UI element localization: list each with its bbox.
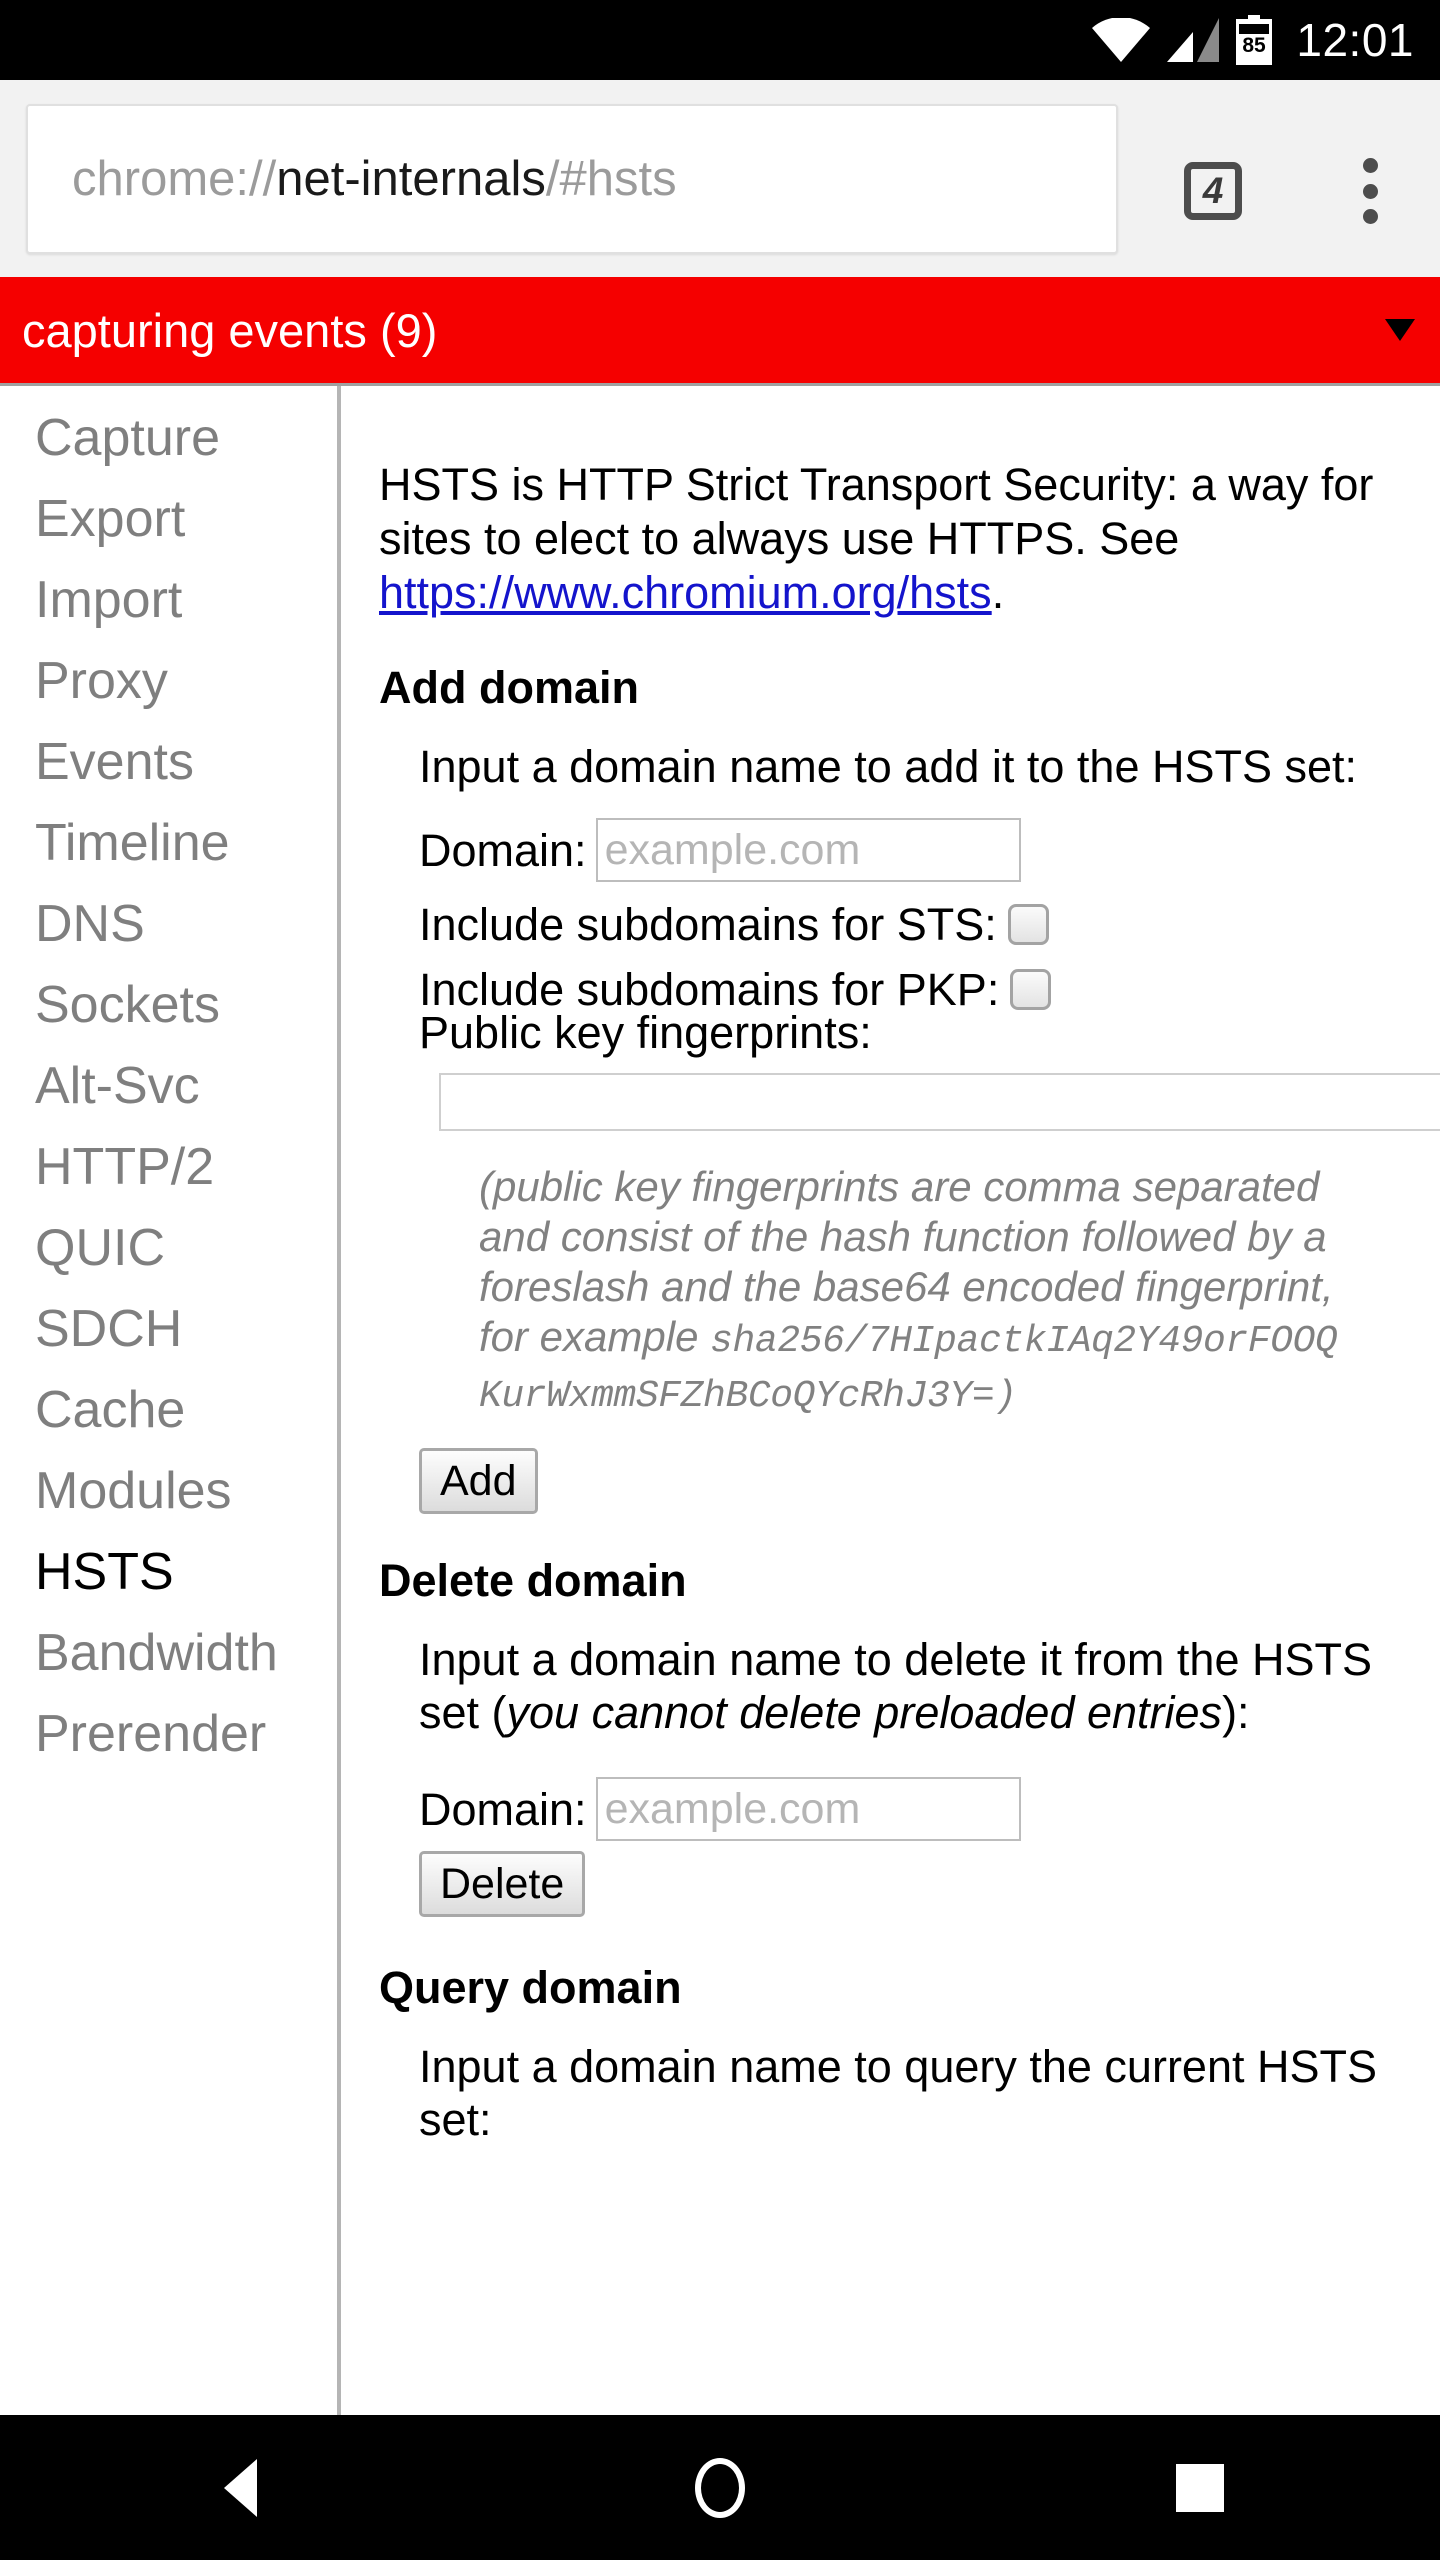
tab-counter-button[interactable]: 4 [1184,162,1242,220]
include-subdomains-sts-checkbox[interactable] [1007,904,1049,945]
hsts-panel: HSTS is HTTP Strict Transport Security: … [345,386,1440,2415]
sidebar-item-capture[interactable]: Capture [0,398,337,479]
status-bar-icons: 85 [1092,15,1273,65]
chromium-hsts-link[interactable]: https://www.chromium.org/hsts [379,567,992,618]
include-subdomains-pkp-checkbox[interactable] [1010,969,1052,1010]
android-nav-bar [0,2415,1440,2560]
sidebar-item-sockets[interactable]: Sockets [0,965,337,1046]
sidebar-item-alt-svc[interactable]: Alt-Svc [0,1046,337,1127]
add-domain-field-row: Domain: [419,818,1440,882]
sidebar-item-prerender[interactable]: Prerender [0,1694,337,1775]
sidebar-item-export[interactable]: Export [0,479,337,560]
query-domain-form: Input a domain name to query the current… [419,2040,1440,2146]
back-icon [223,2458,257,2517]
address-bar-url: chrome://net-internals/#hsts [28,151,677,206]
home-icon [695,2457,745,2518]
query-domain-heading: Query domain [379,1962,682,2013]
browser-toolbar: chrome://net-internals/#hsts 4 [0,80,1440,277]
hsts-description: HSTS is HTTP Strict Transport Security: … [345,458,1440,620]
battery-icon: 85 [1236,15,1273,65]
add-domain-label: Domain: [419,824,587,876]
nav-back-button[interactable] [0,2458,480,2517]
hsts-description-period: . [991,567,1005,618]
fingerprints-hint-close: ) [994,1375,1017,1418]
url-scheme: chrome:// [72,151,277,206]
url-path: /#hsts [545,151,677,206]
address-bar[interactable]: chrome://net-internals/#hsts [26,104,1118,254]
sidebar-item-cache[interactable]: Cache [0,1370,337,1451]
cellular-signal-icon [1167,18,1220,62]
net-internals-page: Capture Export Import Proxy Events Timel… [0,383,1440,2415]
nav-recents-button[interactable] [960,2463,1440,2512]
sidebar-item-bandwidth[interactable]: Bandwidth [0,1613,337,1694]
capturing-events-banner[interactable]: capturing events (9) [0,277,1440,383]
chevron-down-icon[interactable] [1385,319,1415,341]
delete-domain-heading: Delete domain [379,1555,687,1606]
delete-domain-input[interactable] [595,1777,1021,1841]
menu-dot-1 [1362,158,1378,173]
capturing-events-label: capturing events (9) [22,303,438,357]
fingerprints-hint: (public key fingerprints are comma separ… [479,1162,1359,1422]
delete-domain-instruction: Input a domain name to delete it from th… [419,1633,1419,1739]
add-button[interactable]: Add [419,1448,538,1514]
hsts-description-text: HSTS is HTTP Strict Transport Security: … [379,459,1374,564]
sidebar-item-hsts[interactable]: HSTS [0,1532,337,1613]
menu-dot-2 [1362,183,1378,199]
include-subdomains-sts-row: Include subdomains for STS: [419,902,1440,947]
delete-domain-form: Input a domain name to delete it from th… [419,1633,1440,1917]
sidebar-item-import[interactable]: Import [0,560,337,641]
public-key-fingerprints-input[interactable] [439,1073,1440,1131]
sidebar-item-dns[interactable]: DNS [0,884,337,965]
delete-domain-label: Domain: [419,1783,587,1835]
tab-count-label: 4 [1202,170,1224,211]
add-domain-instruction: Input a domain name to add it to the HST… [419,741,1358,792]
sidebar-item-timeline[interactable]: Timeline [0,803,337,884]
battery-level-text: 85 [1243,34,1267,57]
add-domain-input[interactable] [595,818,1021,882]
overflow-menu-icon[interactable] [1355,158,1385,224]
delete-button[interactable]: Delete [419,1851,586,1917]
delete-instruction-emphasis: you cannot delete preloaded entries [506,1687,1223,1738]
delete-domain-field-row: Domain: [419,1777,1440,1841]
add-domain-heading: Add domain [379,662,639,713]
menu-dot-3 [1362,209,1378,224]
nav-home-button[interactable] [480,2457,960,2518]
status-bar-clock: 12:01 [1296,14,1414,66]
delete-instruction-after: ): [1222,1687,1250,1738]
sidebar-item-http2[interactable]: HTTP/2 [0,1127,337,1208]
sidebar-nav: Capture Export Import Proxy Events Timel… [0,386,341,2415]
recents-icon [1176,2463,1224,2512]
sidebar-item-proxy[interactable]: Proxy [0,641,337,722]
sidebar-item-modules[interactable]: Modules [0,1451,337,1532]
url-host: net-internals [276,151,546,206]
query-domain-instruction: Input a domain name to query the current… [419,2041,1378,2145]
add-domain-form: Input a domain name to add it to the HST… [419,740,1440,1514]
wifi-icon [1092,18,1151,62]
sidebar-item-events[interactable]: Events [0,722,337,803]
sidebar-item-sdch[interactable]: SDCH [0,1289,337,1370]
include-subdomains-sts-label: Include subdomains for STS: [419,899,997,950]
sidebar-item-quic[interactable]: QUIC [0,1208,337,1289]
android-status-bar: 85 12:01 [0,0,1440,80]
